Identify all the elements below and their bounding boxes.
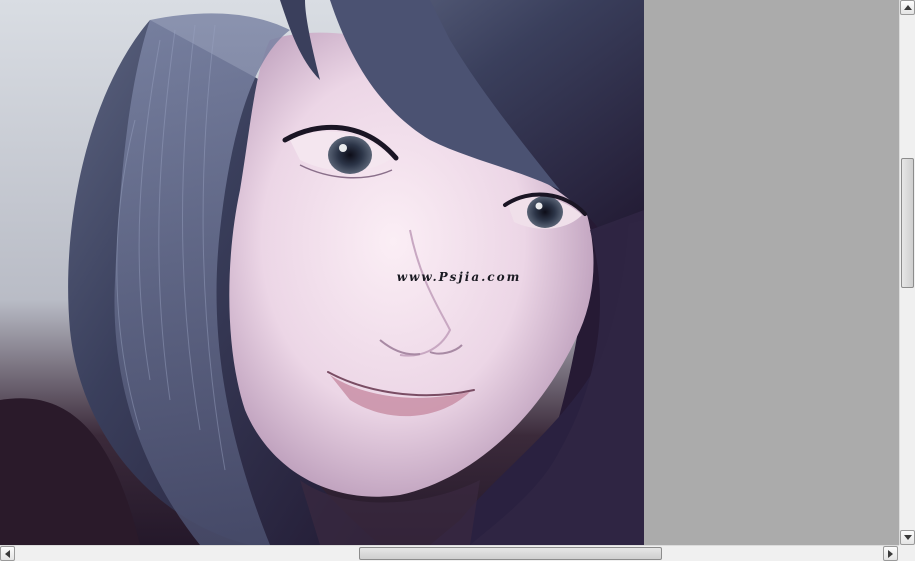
scroll-right-button[interactable] — [883, 546, 898, 561]
arrow-up-icon — [903, 5, 912, 10]
horizontal-scroll-thumb[interactable] — [359, 547, 662, 560]
scrollbar-corner — [899, 545, 915, 561]
vertical-scroll-thumb[interactable] — [901, 158, 914, 288]
arrow-left-icon — [5, 549, 10, 558]
arrow-right-icon — [888, 549, 893, 558]
portrait-svg — [0, 0, 644, 545]
horizontal-scrollbar[interactable] — [0, 545, 899, 561]
arrow-down-icon — [903, 535, 912, 540]
vertical-scrollbar[interactable] — [899, 0, 915, 545]
scroll-left-button[interactable] — [0, 546, 15, 561]
scroll-down-button[interactable] — [900, 530, 915, 545]
portrait-artwork — [0, 0, 644, 545]
scroll-up-button[interactable] — [900, 0, 915, 15]
image-viewer: www.Psjia.com — [0, 0, 915, 561]
canvas-area[interactable]: www.Psjia.com — [0, 0, 899, 545]
